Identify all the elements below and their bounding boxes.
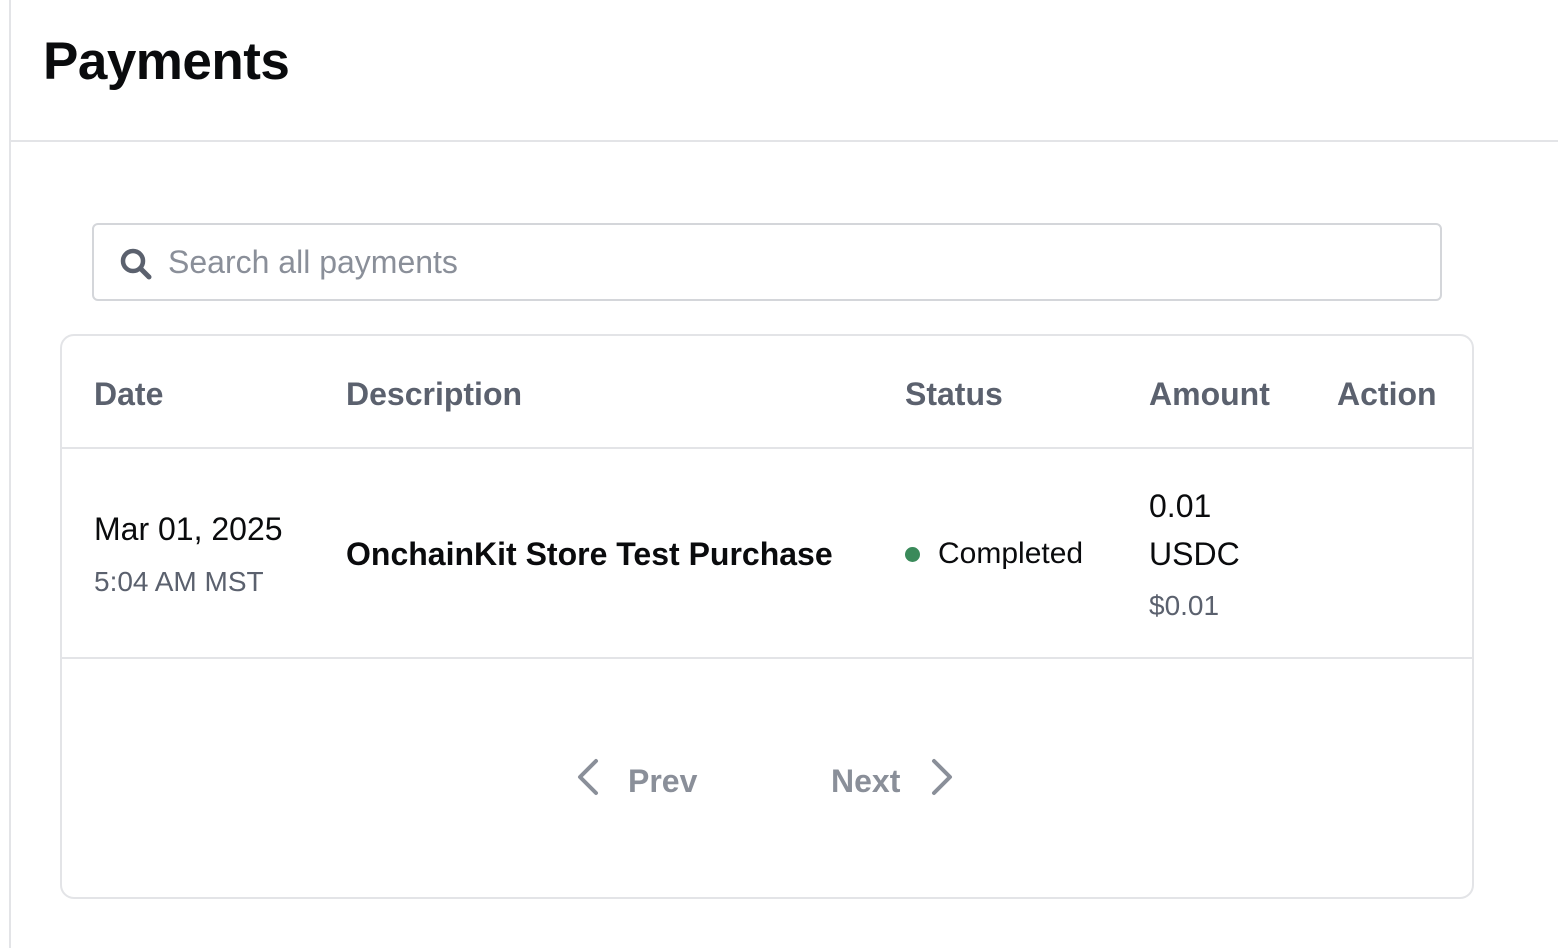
next-label: Next — [831, 762, 901, 799]
column-header-date[interactable]: Date — [94, 374, 163, 414]
status-badge: Completed — [905, 534, 1083, 574]
payments-table: Date Description Status Amount Action Ma… — [60, 334, 1474, 899]
search-icon — [119, 247, 153, 281]
header-row-divider — [62, 447, 1472, 449]
payment-fiat-amount: $0.01 — [1149, 590, 1220, 621]
status-text: Completed — [938, 537, 1084, 570]
payment-date: Mar 01, 2025 — [94, 511, 283, 547]
column-header-action: Action — [1337, 376, 1437, 412]
chevron-right-icon — [928, 757, 956, 805]
row-divider — [62, 657, 1472, 659]
search-box[interactable] — [92, 223, 1442, 301]
header-divider — [11, 140, 1558, 142]
payment-description: OnchainKit Store Test Purchase — [346, 536, 833, 572]
prev-page-button[interactable]: Prev — [574, 756, 697, 806]
column-header-amount[interactable]: Amount — [1149, 374, 1270, 414]
prev-label: Prev — [628, 762, 698, 799]
search-input[interactable] — [168, 225, 1418, 299]
payments-page: Payments Date Description Status Amount … — [9, 0, 1558, 948]
status-dot-icon — [905, 546, 920, 562]
payment-time: 5:04 AM MST — [94, 566, 264, 597]
payment-amount: 0.01 — [1149, 488, 1212, 524]
page-title: Payments — [43, 32, 290, 91]
payment-currency: USDC — [1149, 536, 1240, 572]
chevron-left-icon — [574, 757, 602, 805]
column-header-description[interactable]: Description — [346, 374, 522, 414]
column-header-status[interactable]: Status — [905, 374, 1003, 414]
next-page-button[interactable]: Next — [831, 756, 956, 806]
